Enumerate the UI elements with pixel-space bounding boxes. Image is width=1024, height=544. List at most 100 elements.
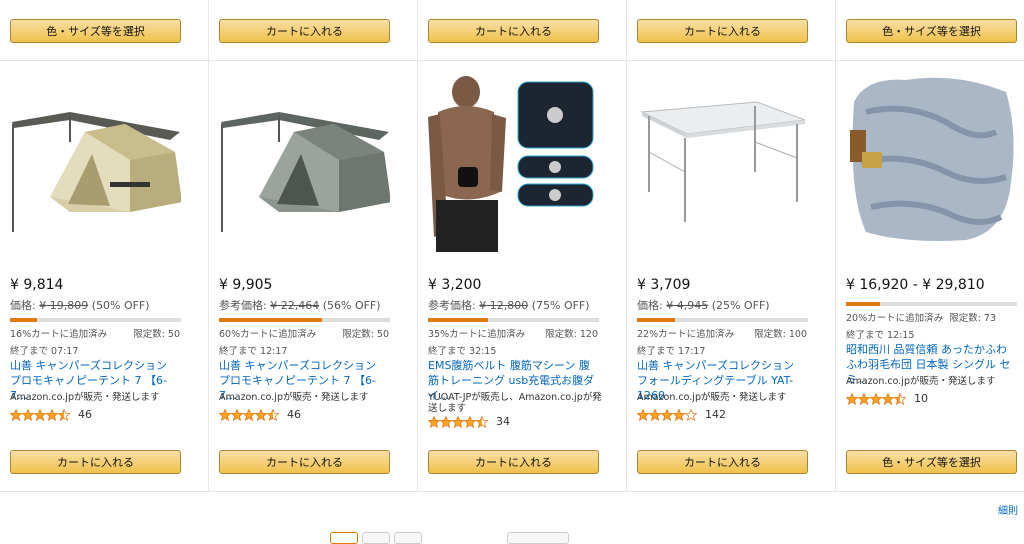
rating[interactable]: 34 (428, 415, 510, 428)
time-remaining: 終了まで 07:17 (10, 346, 79, 357)
divider-bottom (0, 491, 1024, 492)
star-icon (894, 392, 906, 405)
star-icon (267, 408, 279, 421)
deal-card: カートに入れる ¥ 3,709 価格: ¥ 4,945 (25% OFF) 22… (627, 0, 836, 492)
claimed-progress-fill (219, 318, 322, 322)
star-icon (58, 408, 70, 421)
star-rating-icon (846, 392, 906, 405)
add-to-cart-button[interactable]: カートに入れる (428, 450, 599, 474)
claimed-progress-fill (428, 318, 488, 322)
discount-percent: (50% OFF) (91, 299, 150, 312)
star-icon (452, 415, 464, 428)
reference-price-label: 参考価格: (428, 299, 476, 312)
claimed-text: 20%カートに追加済み (846, 313, 944, 324)
discount-percent: (56% OFF) (322, 299, 381, 312)
reference-price-label: 価格: (637, 299, 663, 312)
page-button[interactable] (362, 532, 390, 544)
star-icon (661, 408, 673, 421)
star-icon (858, 392, 870, 405)
seller-info: Amazon.co.jpが販売・発送します (637, 392, 787, 403)
discount-percent: (25% OFF) (711, 299, 770, 312)
add-to-cart-button[interactable]: 色・サイズ等を選択 (846, 450, 1017, 474)
star-icon (22, 408, 34, 421)
rating[interactable]: 46 (219, 408, 301, 421)
star-rating-icon (428, 415, 488, 428)
limit-count: 限定数: 100 (754, 329, 807, 340)
claimed-progress-bar (637, 318, 808, 322)
star-rating-icon (219, 408, 279, 421)
seller-info: Amazon.co.jpが販売・発送します (10, 392, 160, 403)
star-icon (10, 408, 22, 421)
review-count: 142 (705, 408, 726, 421)
star-icon (243, 408, 255, 421)
folding-table-icon[interactable] (637, 72, 808, 252)
seller-info: Amazon.co.jpが販売・発送します (219, 392, 369, 403)
claimed-text: 22%カートに追加済み (637, 329, 735, 340)
reference-price: 参考価格: ¥ 12,800 (75% OFF) (428, 297, 590, 313)
claimed-text: 35%カートに追加済み (428, 329, 526, 340)
add-to-cart-button[interactable]: カートに入れる (10, 450, 181, 474)
limit-count: 限定数: 120 (545, 329, 598, 340)
claimed-text: 16%カートに追加済み (10, 329, 108, 340)
reference-price-value: ¥ 12,800 (479, 299, 529, 312)
star-icon (649, 408, 661, 421)
time-remaining: 終了まで 32:15 (428, 346, 497, 357)
claimed-progress-fill (10, 318, 38, 322)
claimed-progress-bar (846, 302, 1017, 306)
discount-percent: (75% OFF) (531, 299, 590, 312)
futon-icon[interactable] (846, 72, 1017, 252)
claimed-progress-bar (10, 318, 181, 322)
star-icon (846, 392, 858, 405)
star-icon (428, 415, 440, 428)
ems-belt-icon[interactable] (428, 72, 599, 252)
deal-card: カートに入れる ¥ 9,905 参考価格: ¥ 22,464 (56% OFF)… (209, 0, 418, 492)
star-icon (464, 415, 476, 428)
rating[interactable]: 10 (846, 392, 928, 405)
star-icon (46, 408, 58, 421)
top-action-button[interactable]: カートに入れる (428, 19, 599, 43)
page-button[interactable] (394, 532, 422, 544)
deal-price: ¥ 9,814 (10, 277, 64, 293)
tent-beige-icon[interactable] (10, 72, 182, 252)
review-count: 34 (496, 415, 510, 428)
star-icon (219, 408, 231, 421)
reference-price-value: ¥ 19,809 (39, 299, 89, 312)
limit-count: 限定数: 50 (133, 329, 180, 340)
reference-price-value: ¥ 22,464 (270, 299, 320, 312)
star-icon (255, 408, 267, 421)
reference-price-label: 価格: (10, 299, 36, 312)
review-count: 10 (914, 392, 928, 405)
time-remaining: 終了まで 12:17 (219, 346, 288, 357)
tent-green-icon[interactable] (219, 72, 391, 252)
rating[interactable]: 46 (10, 408, 92, 421)
review-count: 46 (287, 408, 301, 421)
top-action-button[interactable]: カートに入れる (219, 19, 390, 43)
top-action-button[interactable]: 色・サイズ等を選択 (10, 19, 181, 43)
reference-price: 価格: ¥ 19,809 (50% OFF) (10, 297, 150, 313)
claimed-progress-bar (428, 318, 599, 322)
reference-price-label: 参考価格: (219, 299, 267, 312)
top-action-button[interactable]: 色・サイズ等を選択 (846, 19, 1017, 43)
page-button-current[interactable] (330, 532, 358, 544)
star-icon (637, 408, 649, 421)
deal-card: 色・サイズ等を選択 ¥ 9,814 価格: ¥ 19,809 (50% OFF)… (0, 0, 209, 492)
detail-link[interactable]: 細則 (998, 502, 1018, 517)
deals-grid: 色・サイズ等を選択 ¥ 9,814 価格: ¥ 19,809 (50% OFF)… (0, 0, 1024, 492)
next-page-button[interactable] (507, 532, 569, 544)
star-icon (34, 408, 46, 421)
claimed-text: 60%カートに追加済み (219, 329, 317, 340)
review-count: 46 (78, 408, 92, 421)
star-icon (870, 392, 882, 405)
add-to-cart-button[interactable]: カートに入れる (219, 450, 390, 474)
star-icon (440, 415, 452, 428)
deal-price: ¥ 16,920 - ¥ 29,810 (846, 277, 985, 293)
add-to-cart-button[interactable]: カートに入れる (637, 450, 808, 474)
top-action-button[interactable]: カートに入れる (637, 19, 808, 43)
deal-price: ¥ 3,709 (637, 277, 691, 293)
star-rating-icon (637, 408, 697, 421)
star-icon (685, 408, 697, 421)
limit-count: 限定数: 73 (949, 313, 996, 324)
claimed-progress-bar (219, 318, 390, 322)
reference-price: 参考価格: ¥ 22,464 (56% OFF) (219, 297, 381, 313)
rating[interactable]: 142 (637, 408, 726, 421)
